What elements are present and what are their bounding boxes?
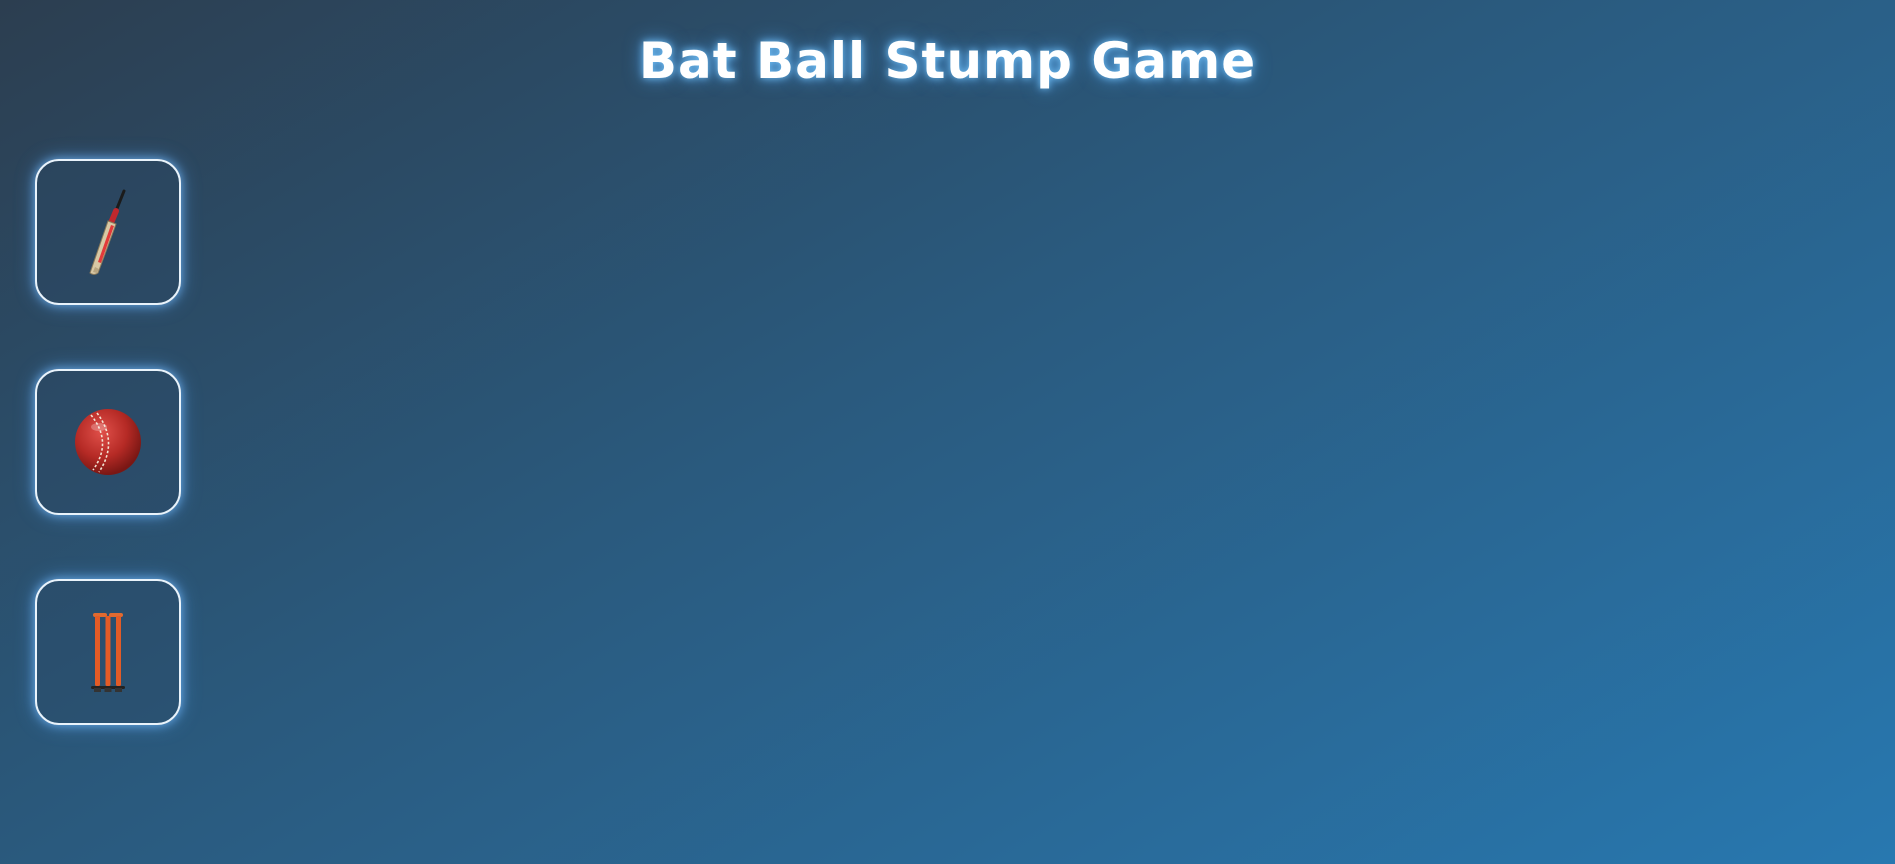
- cricket-ball-icon: [73, 407, 143, 477]
- stump-button[interactable]: [35, 579, 181, 725]
- ball-button[interactable]: [35, 369, 181, 515]
- bat-button[interactable]: [35, 159, 181, 305]
- page-title: Bat Ball Stump Game: [638, 32, 1257, 90]
- cricket-bat-icon: [78, 187, 138, 277]
- cricket-stumps-icon: [88, 610, 128, 694]
